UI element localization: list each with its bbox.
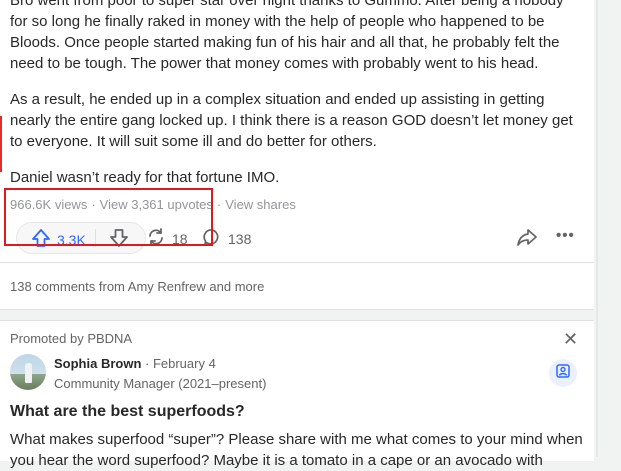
- answer-paragraph: Bro went from poor to super star over ni…: [10, 0, 564, 72]
- avatar[interactable]: [10, 354, 46, 390]
- answer-card: Bro went from poor to super star over ni…: [0, 0, 594, 263]
- promoted-card: Promoted by PBDNA ✕ Sophia Brown · Febru…: [0, 320, 594, 469]
- separator: ·: [216, 197, 222, 212]
- question-title[interactable]: What are the best superfoods?: [10, 403, 245, 421]
- red-marker: [0, 116, 2, 172]
- forward-icon: [516, 229, 538, 251]
- answer-paragraph: Daniel wasn’t ready for that fortune IMO…: [10, 169, 280, 186]
- question-body: What makes superfood “super”? Please sha…: [10, 431, 583, 469]
- comment-count: 138: [228, 230, 252, 247]
- forward-button[interactable]: [516, 227, 538, 252]
- comments-summary-row[interactable]: 138 comments from Amy Renfrew and more: [0, 263, 594, 310]
- answer-paragraph: As a result, he ended up in a complex si…: [10, 91, 573, 150]
- post-date: · February 4: [145, 356, 216, 371]
- author-role: Community Manager (2021–present): [54, 376, 267, 391]
- view-shares-link[interactable]: View shares: [225, 197, 296, 212]
- close-icon[interactable]: ✕: [563, 329, 578, 350]
- scrollbar-thumb[interactable]: [596, 0, 598, 457]
- highlight-box: [4, 188, 213, 246]
- author-name[interactable]: Sophia Brown: [54, 356, 141, 371]
- more-options-icon[interactable]: •••: [556, 227, 575, 244]
- promoted-label[interactable]: Promoted by PBDNA: [10, 331, 132, 346]
- scrollbar[interactable]: [594, 0, 621, 457]
- comments-summary[interactable]: 138 comments from Amy Renfrew and more: [10, 279, 264, 294]
- author-line: Sophia Brown · February 4: [54, 356, 216, 371]
- follow-user-icon: [555, 363, 571, 384]
- follow-button[interactable]: [549, 359, 577, 387]
